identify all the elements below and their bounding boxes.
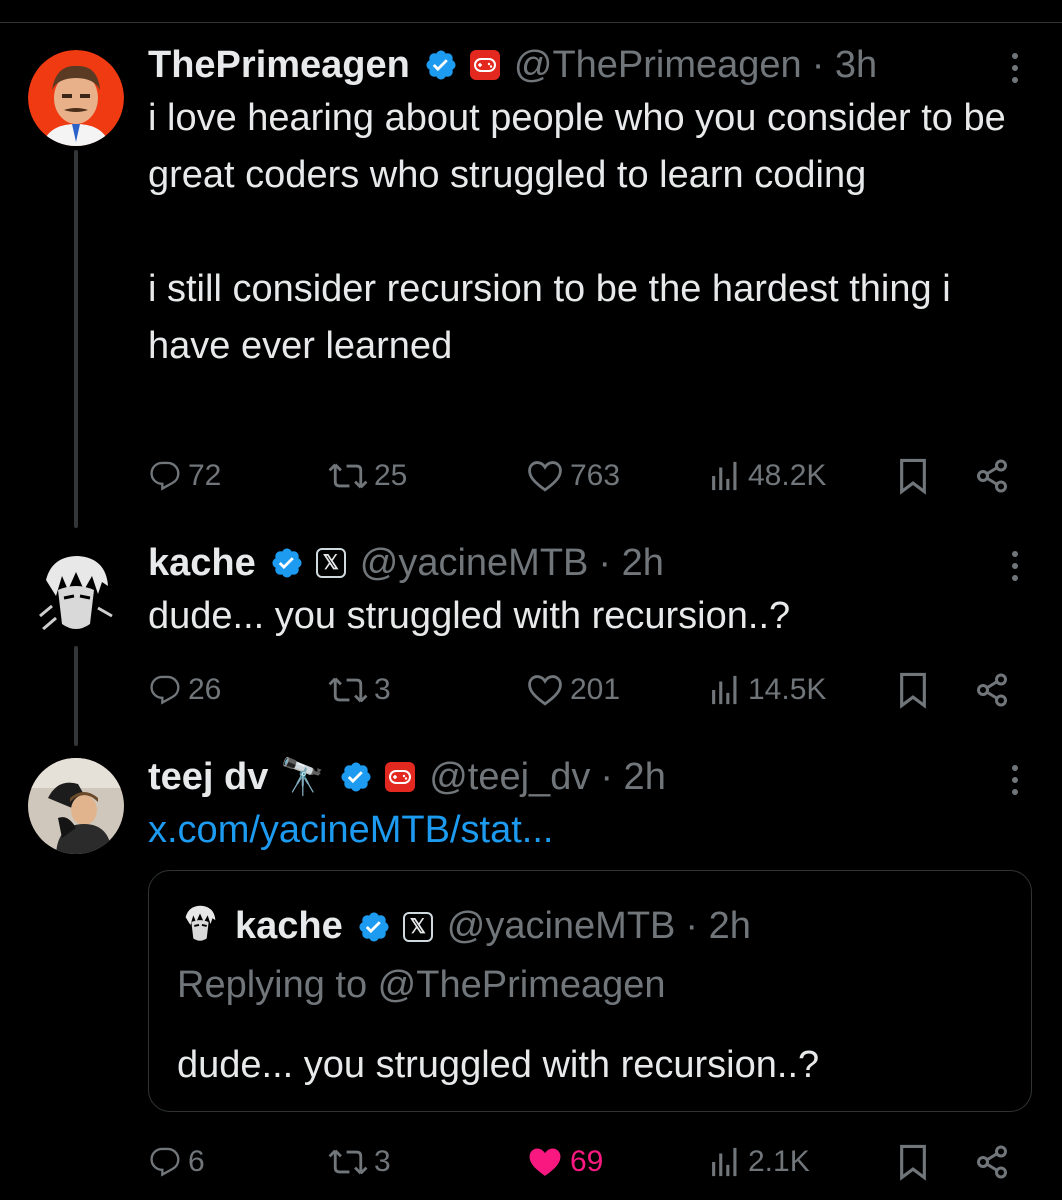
verified-badge-icon bbox=[270, 546, 304, 580]
share-icon[interactable] bbox=[974, 668, 1010, 712]
repost-button[interactable]: 3 bbox=[328, 668, 391, 712]
replying-to: Replying to @ThePrimeagen bbox=[177, 964, 666, 1006]
views-icon bbox=[712, 461, 737, 491]
like-button[interactable]: 763 bbox=[526, 454, 620, 498]
timestamp[interactable]: · 3h bbox=[812, 46, 877, 84]
like-icon bbox=[528, 675, 562, 706]
like-count: 201 bbox=[570, 673, 621, 706]
reply-button[interactable]: 6 bbox=[148, 1140, 205, 1184]
bookmark-icon[interactable] bbox=[896, 668, 930, 712]
repost-count: 3 bbox=[374, 673, 391, 706]
verified-badge-icon bbox=[424, 48, 458, 82]
repost-icon bbox=[328, 677, 368, 703]
timestamp[interactable]: · 2h bbox=[600, 758, 665, 796]
telescope-emoji: 🔭 bbox=[280, 756, 326, 797]
top-divider bbox=[0, 22, 1062, 23]
like-button[interactable]: 69 bbox=[526, 1140, 603, 1184]
handle[interactable]: @teej_dv bbox=[429, 758, 590, 796]
share-icon[interactable] bbox=[974, 1140, 1010, 1184]
avatar[interactable] bbox=[28, 758, 124, 854]
views-button[interactable]: 2.1K bbox=[708, 1140, 810, 1184]
tweet-actions: 72 25 763 48.2K bbox=[148, 454, 1018, 498]
more-icon[interactable] bbox=[1000, 48, 1030, 88]
tweet-link[interactable]: x.com/yacineMTB/stat... bbox=[148, 802, 1038, 859]
verified-badge-icon bbox=[357, 910, 391, 944]
display-name: kache bbox=[235, 905, 343, 947]
bookmark-icon[interactable] bbox=[896, 454, 930, 498]
verified-badge-icon bbox=[339, 760, 373, 794]
views-button[interactable]: 48.2K bbox=[708, 454, 826, 498]
repost-button[interactable]: 3 bbox=[328, 1140, 391, 1184]
display-name[interactable]: kache bbox=[148, 544, 256, 582]
display-name[interactable]: ThePrimeagen bbox=[148, 46, 410, 84]
reply-count: 72 bbox=[188, 459, 222, 492]
repost-button[interactable]: 25 bbox=[328, 454, 407, 498]
display-name[interactable]: teej dv bbox=[148, 758, 268, 796]
gamepad-icon bbox=[469, 50, 500, 80]
tweet-text: dude... you struggled with recursion..? bbox=[148, 595, 791, 637]
more-icon[interactable] bbox=[1000, 760, 1030, 800]
handle[interactable]: @ThePrimeagen bbox=[514, 46, 802, 84]
gamepad-icon bbox=[385, 762, 416, 792]
views-button[interactable]: 14.5K bbox=[708, 668, 826, 712]
reply-icon bbox=[150, 461, 180, 491]
repost-count: 25 bbox=[374, 459, 408, 492]
tweet-header: ThePrimeagen @ThePrimeagen · 3h bbox=[148, 46, 877, 84]
more-icon[interactable] bbox=[1000, 546, 1030, 586]
repost-icon bbox=[328, 463, 368, 489]
tweet-text: i love hearing about people who you cons… bbox=[148, 97, 1006, 367]
repost-count: 3 bbox=[374, 1145, 391, 1178]
quoted-tweet[interactable]: kache 𝕏 @yacineMTB · 2h Replying to @The… bbox=[148, 870, 1032, 1112]
bookmark-icon[interactable] bbox=[896, 1140, 930, 1184]
views-count: 48.2K bbox=[748, 459, 827, 492]
like-icon bbox=[528, 461, 562, 492]
reply-count: 26 bbox=[188, 673, 222, 706]
like-count: 763 bbox=[570, 459, 621, 492]
like-button[interactable]: 201 bbox=[526, 668, 620, 712]
avatar[interactable] bbox=[28, 546, 124, 642]
like-count: 69 bbox=[570, 1145, 604, 1178]
avatar bbox=[177, 901, 223, 947]
handle[interactable]: @yacineMTB bbox=[360, 544, 589, 582]
tweet-header: kache 𝕏 @yacineMTB · 2h bbox=[148, 544, 664, 582]
handle: @yacineMTB bbox=[446, 905, 676, 947]
reply-count: 6 bbox=[188, 1145, 205, 1178]
views-icon bbox=[712, 675, 737, 705]
share-icon[interactable] bbox=[974, 454, 1010, 498]
thread-line bbox=[74, 646, 78, 746]
views-count: 14.5K bbox=[748, 673, 827, 706]
quoted-header: kache 𝕏 @yacineMTB · 2h bbox=[235, 905, 751, 948]
repost-icon bbox=[328, 1149, 368, 1175]
views-icon bbox=[712, 1147, 737, 1177]
avatar[interactable] bbox=[28, 50, 124, 146]
like-icon bbox=[529, 1148, 561, 1176]
tweet-actions: 6 3 69 2.1K bbox=[148, 1140, 1018, 1184]
x-logo-icon: 𝕏 bbox=[402, 911, 433, 942]
tweet-header: teej dv 🔭 @teej_dv · 2h bbox=[148, 758, 666, 796]
views-count: 2.1K bbox=[748, 1145, 810, 1178]
reply-icon bbox=[150, 1147, 180, 1177]
x-logo-icon: 𝕏 bbox=[315, 548, 346, 578]
reply-button[interactable]: 72 bbox=[148, 454, 221, 498]
reply-button[interactable]: 26 bbox=[148, 668, 221, 712]
timestamp: · 2h bbox=[685, 905, 751, 947]
thread-line bbox=[74, 150, 78, 528]
quoted-text: dude... you struggled with recursion..? bbox=[177, 1044, 820, 1086]
reply-icon bbox=[150, 675, 180, 705]
tweet-actions: 26 3 201 14.5K bbox=[148, 668, 1018, 712]
timestamp[interactable]: · 2h bbox=[598, 544, 663, 582]
